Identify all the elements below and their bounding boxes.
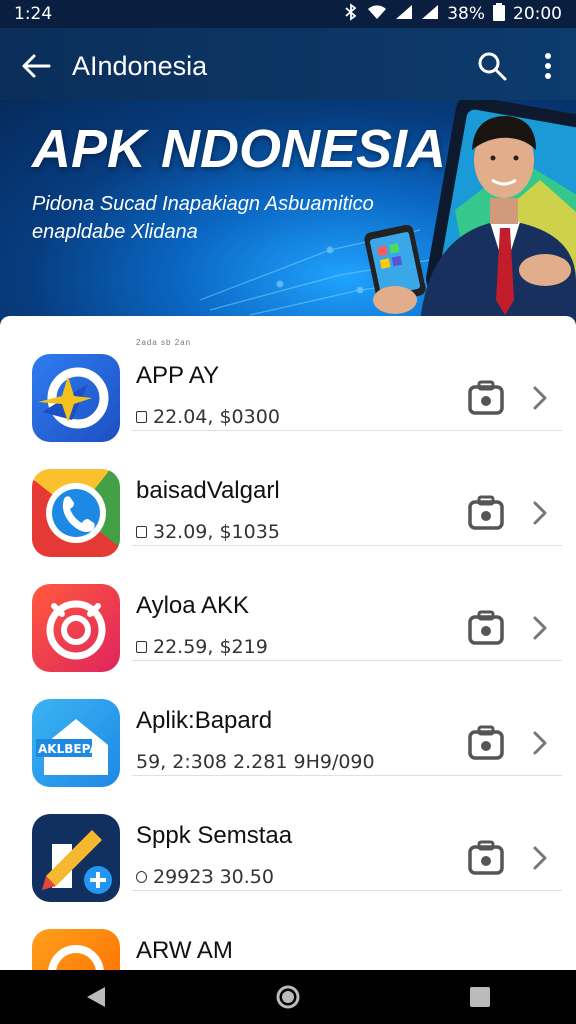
camera-button[interactable] — [468, 380, 504, 416]
meta-icon — [136, 526, 147, 538]
app-icon-5 — [32, 814, 120, 902]
wifi-icon — [367, 4, 387, 25]
app-name: baisadValgarl — [136, 477, 280, 504]
camera-button[interactable] — [468, 725, 504, 761]
list-item[interactable]: ARW AM — [0, 891, 576, 970]
camera-icon — [468, 725, 504, 760]
nav-recents-button[interactable] — [440, 970, 520, 1024]
home-circle-icon — [276, 985, 300, 1009]
promo-banner[interactable]: APK NDONESIA Pidona Suсad Inapakiagn Asb… — [0, 100, 576, 322]
list-item[interactable]: Ayloa AKK 22.59, $219 — [0, 546, 576, 672]
app-meta-text: 59, 2:308 2.281 9H9/090 — [136, 751, 375, 773]
chevron-right-icon[interactable] — [528, 729, 552, 757]
more-options-button[interactable] — [520, 28, 576, 104]
list-item[interactable]: AKLBEPA Aplik:Bapard 59, 2:308 2.281 9H9… — [0, 661, 576, 787]
app-list: 2ada sb 2an APP AY 22.04, $0300 baisadVa… — [0, 316, 576, 970]
chevron-right-icon[interactable] — [528, 844, 552, 872]
status-bar: 1:24 38% 20:00 — [0, 0, 576, 28]
meta-icon — [136, 641, 147, 653]
app-meta-text: 22.59, $219 — [153, 636, 268, 658]
back-arrow-icon — [22, 54, 51, 78]
battery-icon — [493, 2, 505, 26]
chevron-right-icon[interactable] — [528, 384, 552, 412]
camera-icon — [468, 380, 504, 415]
app-name: Ayloa AKK — [136, 592, 249, 619]
search-button[interactable] — [464, 28, 520, 104]
signal-icon-2 — [421, 4, 439, 25]
list-item[interactable]: baisadValgarl 32.09, $1035 — [0, 431, 576, 557]
app-icon-3 — [32, 584, 120, 672]
app-meta: 2992З 30.50 — [136, 866, 274, 888]
camera-button[interactable] — [468, 495, 504, 531]
app-meta-text: 22.04, $0300 — [153, 406, 280, 428]
meta-icon — [136, 411, 147, 423]
triangle-back-icon — [87, 987, 105, 1007]
camera-button[interactable] — [468, 840, 504, 876]
recents-square-icon — [470, 987, 490, 1007]
banner-title: APK NDONESIA — [32, 119, 447, 179]
nav-back-button[interactable] — [56, 970, 136, 1024]
app-bar: AIndonesia — [0, 28, 576, 104]
app-name: Aplik:Bapard — [136, 707, 273, 734]
app-meta: 22.04, $0300 — [136, 406, 280, 428]
signal-icon-1 — [395, 4, 413, 25]
bluetooth-icon — [343, 2, 359, 26]
camera-button[interactable] — [468, 610, 504, 646]
meta-icon — [136, 871, 147, 883]
status-icons: 38% 20:00 — [343, 2, 562, 26]
app-icon-4-label: AKLBEPA — [38, 742, 99, 756]
app-icon-6 — [32, 929, 120, 970]
app-icon-2 — [32, 469, 120, 557]
app-name: APP AY — [136, 362, 220, 389]
banner-subtitle: Pidona Suсad Inapakiagn Asbuamitico enap… — [32, 193, 374, 243]
app-icon-4: AKLBEPA — [32, 699, 120, 787]
battery-percent: 38% — [447, 4, 485, 24]
camera-icon — [468, 610, 504, 645]
chevron-right-icon[interactable] — [528, 614, 552, 642]
list-item[interactable]: Sppk Semstaa 2992З 30.50 — [0, 776, 576, 902]
chevron-right-icon[interactable] — [528, 499, 552, 527]
camera-icon — [468, 840, 504, 875]
app-meta: 59, 2:308 2.281 9H9/090 — [136, 751, 375, 773]
back-button[interactable] — [0, 28, 72, 104]
list-item[interactable]: APP AY 22.04, $0300 — [0, 316, 576, 442]
app-name: ARW AM — [136, 937, 233, 964]
status-clock: 20:00 — [513, 4, 562, 24]
system-nav-bar — [0, 970, 576, 1024]
camera-icon — [468, 495, 504, 530]
more-vert-icon — [545, 53, 551, 79]
status-time: 1:24 — [14, 4, 53, 24]
app-meta: 32.09, $1035 — [136, 521, 280, 543]
app-meta-text: 2992З 30.50 — [153, 866, 274, 888]
app-name: Sppk Semstaa — [136, 822, 293, 849]
app-meta: 22.59, $219 — [136, 636, 268, 658]
app-icon-1 — [32, 354, 120, 442]
app-meta-text: 32.09, $1035 — [153, 521, 280, 543]
nav-home-button[interactable] — [248, 970, 328, 1024]
search-icon — [478, 52, 507, 81]
page-title: AIndonesia — [72, 50, 208, 81]
